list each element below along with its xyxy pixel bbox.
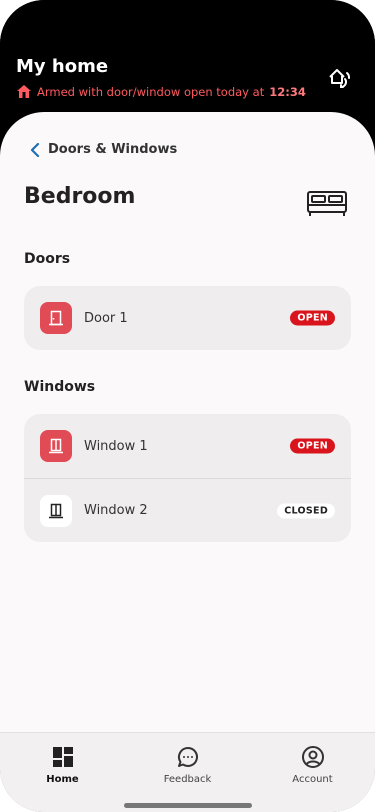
tab-home-label: Home [46,774,79,785]
chevron-left-icon [30,142,40,157]
list-item-door-1[interactable]: Door 1 OPEN [24,286,351,350]
content-sheet: Doors & Windows Bedroom Doors Door 1 OPE… [0,112,375,812]
tab-account-label: Account [292,774,333,785]
door-label: Door 1 [84,310,128,326]
switch-home-icon[interactable] [325,64,353,92]
home-grid-icon [52,747,73,767]
back-label: Doors & Windows [48,142,178,157]
door-icon [40,302,72,334]
status-badge: OPEN [290,438,335,454]
home-title: My home [16,56,109,77]
window-label: Window 2 [84,503,148,518]
tab-account[interactable]: Account [250,733,375,812]
windows-section-label: Windows [24,379,96,395]
status-badge: OPEN [290,310,335,326]
phone-screen: My home Armed with door/window open toda… [0,0,375,812]
window-icon [40,430,72,462]
doors-card: Door 1 OPEN [24,286,351,350]
window-label: Window 1 [84,438,148,454]
doors-section-label: Doors [24,251,71,267]
bed-icon [305,190,349,218]
page-title: Bedroom [24,184,136,209]
window-icon [40,494,72,527]
alarm-status-text: Armed with door/window open today at [37,84,265,99]
alarm-house-icon [16,84,32,99]
back-button[interactable]: Doors & Windows [30,142,177,157]
feedback-icon [177,746,198,767]
home-indicator [124,803,252,808]
alarm-status-time: 12:34 [269,84,306,99]
list-item-window-2[interactable]: Window 2 CLOSED [24,478,351,542]
tab-feedback-label: Feedback [163,774,212,785]
alarm-status: Armed with door/window open today at 12:… [16,84,306,99]
tab-home[interactable]: Home [0,733,125,812]
status-badge: CLOSED [277,503,335,518]
account-icon [301,746,324,768]
tab-feedback[interactable]: Feedback [125,733,250,812]
windows-card: Window 1 OPEN Window 2 CLOSED [24,414,351,542]
list-item-window-1[interactable]: Window 1 OPEN [24,414,351,478]
bottom-tab-bar: Home Feedback Account [0,732,375,812]
